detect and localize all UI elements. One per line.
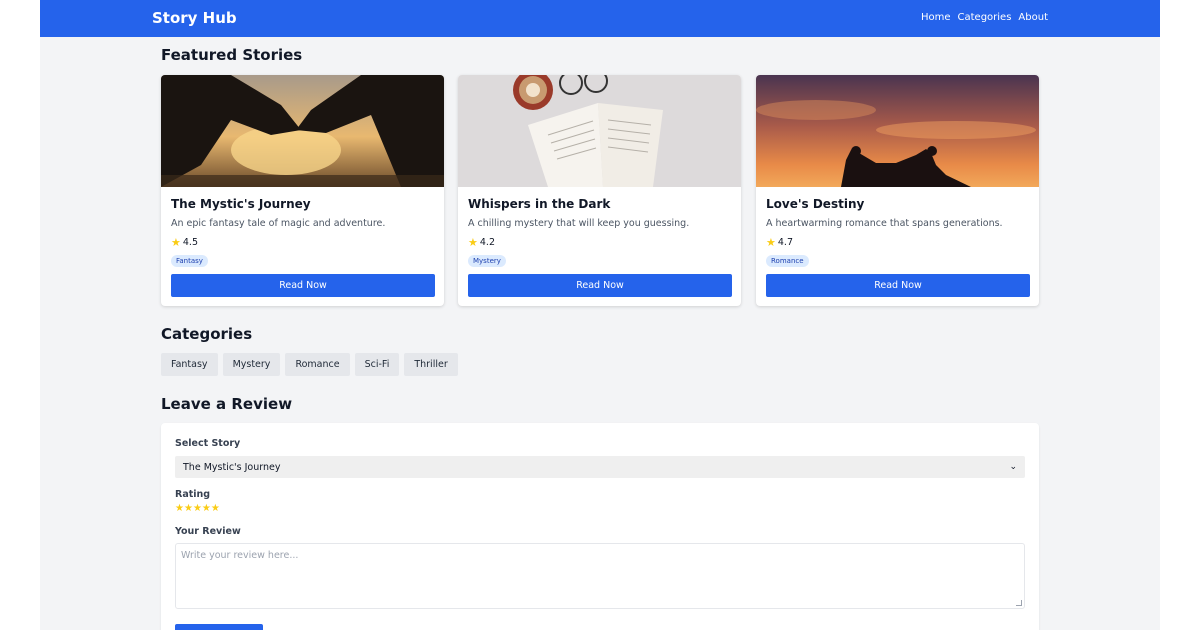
category-sci-fi[interactable]: Sci-Fi [354, 353, 400, 376]
read-now-button[interactable]: Read Now [171, 274, 435, 297]
selected-story: The Mystic's Journey [183, 461, 281, 473]
star-icon: ★ [171, 236, 181, 249]
story-image-sunset-couple [756, 75, 1039, 187]
rating-value: 4.2 [479, 237, 495, 248]
category-mystery[interactable]: Mystery [222, 353, 281, 376]
category-list: Fantasy Mystery Romance Sci-Fi Thriller [161, 353, 458, 376]
story-title[interactable]: Love's Destiny [766, 197, 864, 211]
select-story-label: Select Story [175, 438, 241, 449]
chevron-down-icon: ⌄ [1009, 462, 1017, 472]
nav-links: Home Categories About [921, 12, 1048, 23]
story-title[interactable]: The Mystic's Journey [171, 197, 311, 211]
review-textarea[interactable]: Write your review here... [175, 543, 1025, 609]
story-description: A heartwarming romance that spans genera… [766, 218, 1003, 229]
resize-handle-icon[interactable] [1016, 600, 1022, 606]
story-select[interactable]: The Mystic's Journey ⌄ [175, 456, 1025, 478]
story-card[interactable]: Whispers in the Dark A chilling mystery … [458, 75, 741, 306]
categories-title: Categories [161, 325, 253, 343]
site-logo[interactable]: Story Hub [152, 9, 237, 27]
genre-badge: Romance [766, 255, 809, 267]
review-form: Select Story The Mystic's Journey ⌄ Rati… [161, 423, 1039, 630]
story-card[interactable]: Love's Destiny A heartwarming romance th… [756, 75, 1039, 306]
story-rating: ★ 4.2 [468, 236, 495, 249]
category-romance[interactable]: Romance [285, 353, 350, 376]
story-card[interactable]: The Mystic's Journey An epic fantasy tal… [161, 75, 444, 306]
review-label: Your Review [175, 526, 241, 537]
submit-review-button[interactable] [175, 624, 263, 630]
review-placeholder: Write your review here... [181, 550, 299, 561]
star-icon[interactable]: ★ [202, 504, 211, 514]
genre-badge: Fantasy [171, 255, 208, 267]
story-description: An epic fantasy tale of magic and advent… [171, 218, 386, 229]
category-thriller[interactable]: Thriller [404, 353, 458, 376]
nav-link-about[interactable]: About [1018, 12, 1048, 23]
star-icon[interactable]: ★ [184, 504, 193, 514]
category-fantasy[interactable]: Fantasy [161, 353, 218, 376]
story-image-heart-hands [161, 75, 444, 187]
read-now-button[interactable]: Read Now [766, 274, 1030, 297]
nav-link-categories[interactable]: Categories [958, 12, 1012, 23]
star-icon[interactable]: ★ [211, 504, 220, 514]
star-icon[interactable]: ★ [175, 504, 184, 514]
rating-stars[interactable]: ★ ★ ★ ★ ★ [175, 504, 220, 514]
rating-label: Rating [175, 489, 211, 500]
review-title: Leave a Review [161, 395, 293, 413]
top-navbar: Story Hub Home Categories About [40, 0, 1160, 37]
nav-link-home[interactable]: Home [921, 12, 951, 23]
read-now-button[interactable]: Read Now [468, 274, 732, 297]
rating-value: 4.5 [182, 237, 198, 248]
story-title[interactable]: Whispers in the Dark [468, 197, 610, 211]
story-rating: ★ 4.7 [766, 236, 793, 249]
story-image-open-book [458, 75, 741, 187]
featured-title: Featured Stories [161, 46, 303, 64]
star-icon: ★ [468, 236, 478, 249]
rating-value: 4.7 [777, 237, 793, 248]
story-rating: ★ 4.5 [171, 236, 198, 249]
story-description: A chilling mystery that will keep you gu… [468, 218, 690, 229]
star-icon[interactable]: ★ [193, 504, 202, 514]
star-icon: ★ [766, 236, 776, 249]
genre-badge: Mystery [468, 255, 506, 267]
page: Story Hub Home Categories About Featured… [40, 0, 1160, 630]
